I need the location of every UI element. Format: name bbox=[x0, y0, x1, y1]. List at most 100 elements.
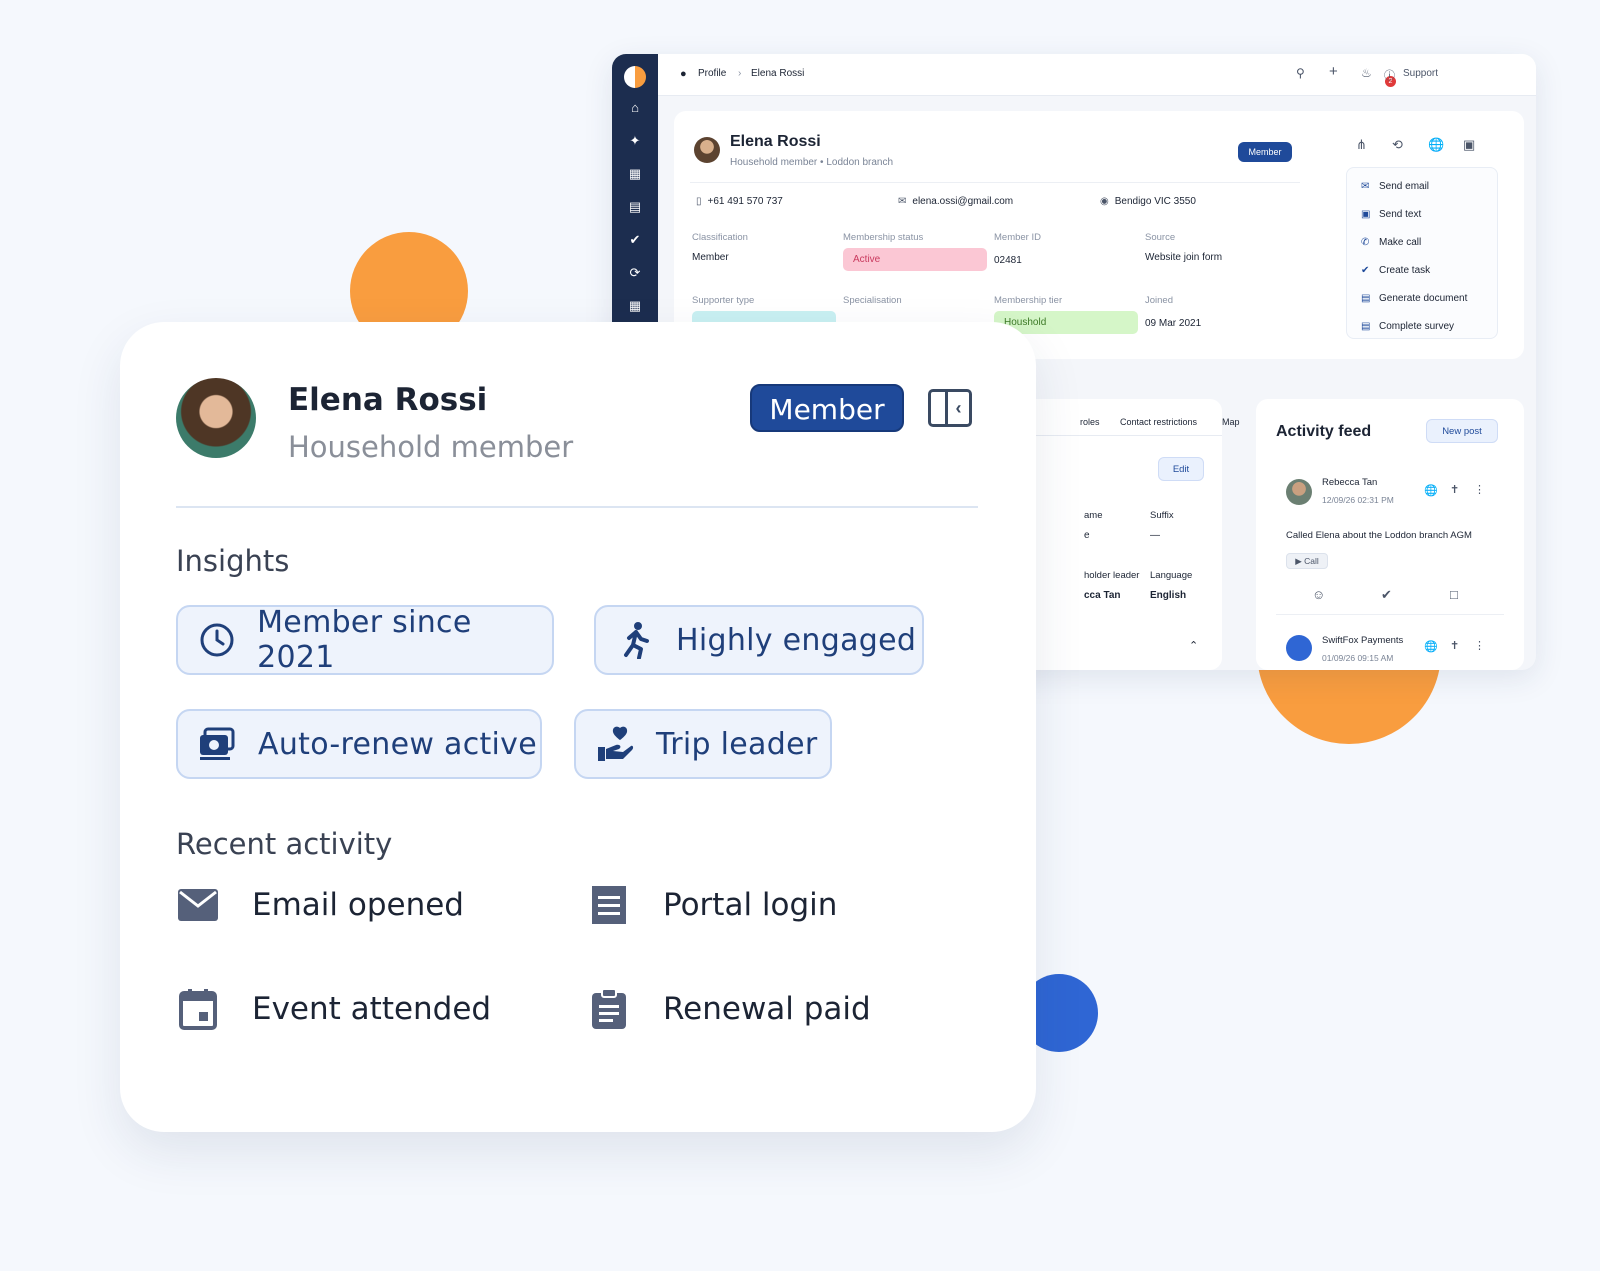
globe-icon[interactable]: 🌐 bbox=[1424, 484, 1438, 497]
tab-roles[interactable]: roles bbox=[1080, 417, 1100, 427]
envelope-icon bbox=[176, 883, 220, 927]
pin-icon[interactable]: ✝ bbox=[1450, 483, 1459, 496]
recent-activity-item: Email opened bbox=[176, 883, 464, 927]
source-label: Source bbox=[1145, 232, 1176, 243]
receipt-icon bbox=[587, 883, 631, 927]
insight-label: Highly engaged bbox=[676, 622, 917, 658]
recent-activity-item: Event attended bbox=[176, 987, 491, 1031]
suffix-label: Suffix bbox=[1150, 510, 1174, 521]
post-tag-label: Call bbox=[1304, 556, 1319, 566]
member-id-label: Member ID bbox=[994, 232, 1041, 243]
language-label: Language bbox=[1150, 570, 1193, 581]
member-badge[interactable]: Member bbox=[750, 384, 904, 432]
clipboard-icon bbox=[587, 987, 631, 1031]
phone-value: +61 491 570 737 bbox=[707, 196, 783, 207]
edit-button[interactable]: Edit bbox=[1158, 457, 1204, 481]
help-icon[interactable]: ⓘ bbox=[1384, 67, 1395, 83]
home-icon[interactable]: ⌂ bbox=[612, 100, 658, 116]
check-circle-icon: ✔ bbox=[1361, 265, 1370, 276]
quick-actions-panel: ✉ Send email ▣ Send text ✆ Make call ✔ Creat… bbox=[1346, 167, 1498, 339]
trash-icon[interactable]: ▣ bbox=[1463, 137, 1475, 153]
insight-chip-member-since[interactable]: Member since 2021 bbox=[176, 605, 554, 675]
post-author: SwiftFox Payments bbox=[1322, 635, 1404, 646]
merge-icon[interactable]: ⋔ bbox=[1356, 137, 1367, 153]
suffix-value: — bbox=[1150, 530, 1160, 541]
post-tag[interactable]: ▶ Call bbox=[1286, 553, 1328, 569]
divider bbox=[176, 506, 978, 508]
collapse-panel-button[interactable]: ‹ bbox=[928, 389, 972, 427]
action-send-text[interactable]: ▣ Send text bbox=[1361, 209, 1421, 220]
insight-chip-engagement[interactable]: Highly engaged bbox=[594, 605, 924, 675]
add-icon[interactable]: + bbox=[1329, 63, 1338, 80]
location-pin-icon: ◉ bbox=[1100, 196, 1109, 207]
action-label: Create task bbox=[1379, 265, 1431, 276]
membership-status-pill[interactable]: Active bbox=[843, 248, 987, 271]
language-value: English bbox=[1150, 590, 1187, 601]
breadcrumb-root[interactable]: Profile bbox=[698, 68, 726, 79]
pin-icon[interactable]: ✝ bbox=[1450, 639, 1459, 652]
member-subtitle: Household member bbox=[288, 430, 574, 464]
activity-feed-card: Activity feed New post Rebecca Tan 12/09… bbox=[1256, 399, 1524, 670]
insight-chip-trip-leader[interactable]: Trip leader bbox=[574, 709, 832, 779]
classification-value: Member bbox=[692, 252, 729, 263]
profile-subtitle: Household member • Loddon branch bbox=[730, 157, 894, 168]
membership-tier-label: Membership tier bbox=[994, 295, 1063, 306]
checklist-icon[interactable]: ▤ bbox=[612, 199, 658, 215]
avatar bbox=[176, 378, 256, 458]
action-label: Make call bbox=[1379, 237, 1422, 248]
sync-icon[interactable]: ⟳ bbox=[612, 265, 658, 281]
action-create-task[interactable]: ✔ Create task bbox=[1361, 265, 1430, 276]
check-circle-icon[interactable]: ✔ bbox=[1381, 587, 1392, 603]
action-send-email[interactable]: ✉ Send email bbox=[1361, 181, 1429, 192]
new-post-button[interactable]: New post bbox=[1426, 419, 1498, 443]
bell-icon[interactable]: ♨ bbox=[1361, 66, 1372, 80]
phone-icon: ▯ bbox=[696, 196, 702, 207]
check-circle-icon[interactable]: ✔ bbox=[612, 232, 658, 248]
status-badge: Member bbox=[1238, 142, 1292, 162]
insight-label: Member since 2021 bbox=[257, 605, 472, 675]
app-logo[interactable] bbox=[624, 66, 646, 88]
running-person-icon bbox=[616, 621, 654, 659]
insight-label: Auto-renew active bbox=[258, 726, 537, 762]
divider bbox=[690, 182, 1300, 183]
member-id-value: 02481 bbox=[994, 255, 1022, 266]
location-contact[interactable]: ◉ Bendigo VIC 3550 bbox=[1100, 196, 1196, 207]
more-options-icon[interactable]: ⋮ bbox=[1474, 483, 1485, 496]
chevron-up-icon[interactable]: ⌃ bbox=[1189, 639, 1198, 652]
more-options-icon[interactable]: ⋮ bbox=[1474, 639, 1485, 652]
post-time: 12/09/26 02:31 PM bbox=[1322, 495, 1394, 505]
insight-chip-auto-renew[interactable]: Auto-renew active bbox=[176, 709, 542, 779]
phone-contact[interactable]: ▯ +61 491 570 737 bbox=[696, 196, 783, 207]
search-icon[interactable]: ⚲ bbox=[1296, 66, 1305, 80]
globe-icon[interactable]: 🌐 bbox=[1428, 137, 1444, 153]
post-time: 01/09/26 09:15 AM bbox=[1322, 653, 1394, 663]
history-icon[interactable]: ⟲ bbox=[1392, 137, 1403, 153]
sparkle-icon[interactable]: ✦ bbox=[612, 133, 658, 149]
action-generate-document[interactable]: ▤ Generate document bbox=[1361, 293, 1467, 304]
support-link[interactable]: Support bbox=[1403, 68, 1438, 79]
email-contact[interactable]: ✉ elena.ossi@gmail.com bbox=[898, 196, 1013, 207]
user-icon: ● bbox=[680, 68, 687, 80]
action-label: Generate document bbox=[1379, 293, 1468, 304]
tab-map[interactable]: Map bbox=[1222, 417, 1240, 427]
action-complete-survey[interactable]: ▤ Complete survey bbox=[1361, 321, 1454, 332]
holder-leader-label: holder leader bbox=[1084, 570, 1140, 581]
emoji-icon[interactable]: ☺ bbox=[1312, 587, 1325, 602]
dashboard-icon[interactable]: ▦ bbox=[612, 166, 658, 182]
name-field-value: e bbox=[1084, 530, 1090, 541]
globe-icon[interactable]: 🌐 bbox=[1424, 640, 1438, 653]
table-icon[interactable]: ▦ bbox=[612, 298, 658, 314]
action-make-call[interactable]: ✆ Make call bbox=[1361, 237, 1421, 248]
action-label: Complete survey bbox=[1379, 321, 1455, 332]
recent-activity-heading: Recent activity bbox=[176, 827, 393, 861]
insight-label: Trip leader bbox=[656, 726, 818, 762]
insights-heading: Insights bbox=[176, 544, 290, 578]
tab-contact-restrictions[interactable]: Contact restrictions bbox=[1120, 417, 1197, 427]
membership-status-label: Membership status bbox=[843, 232, 924, 243]
email-value: elena.ossi@gmail.com bbox=[912, 196, 1014, 207]
hand-heart-icon bbox=[596, 725, 634, 763]
post-text: Called Elena about the Loddon branch AGM bbox=[1286, 530, 1472, 541]
comment-icon[interactable]: □ bbox=[1450, 587, 1458, 602]
recent-activity-label: Renewal paid bbox=[663, 991, 871, 1027]
recent-activity-label: Event attended bbox=[252, 991, 492, 1027]
